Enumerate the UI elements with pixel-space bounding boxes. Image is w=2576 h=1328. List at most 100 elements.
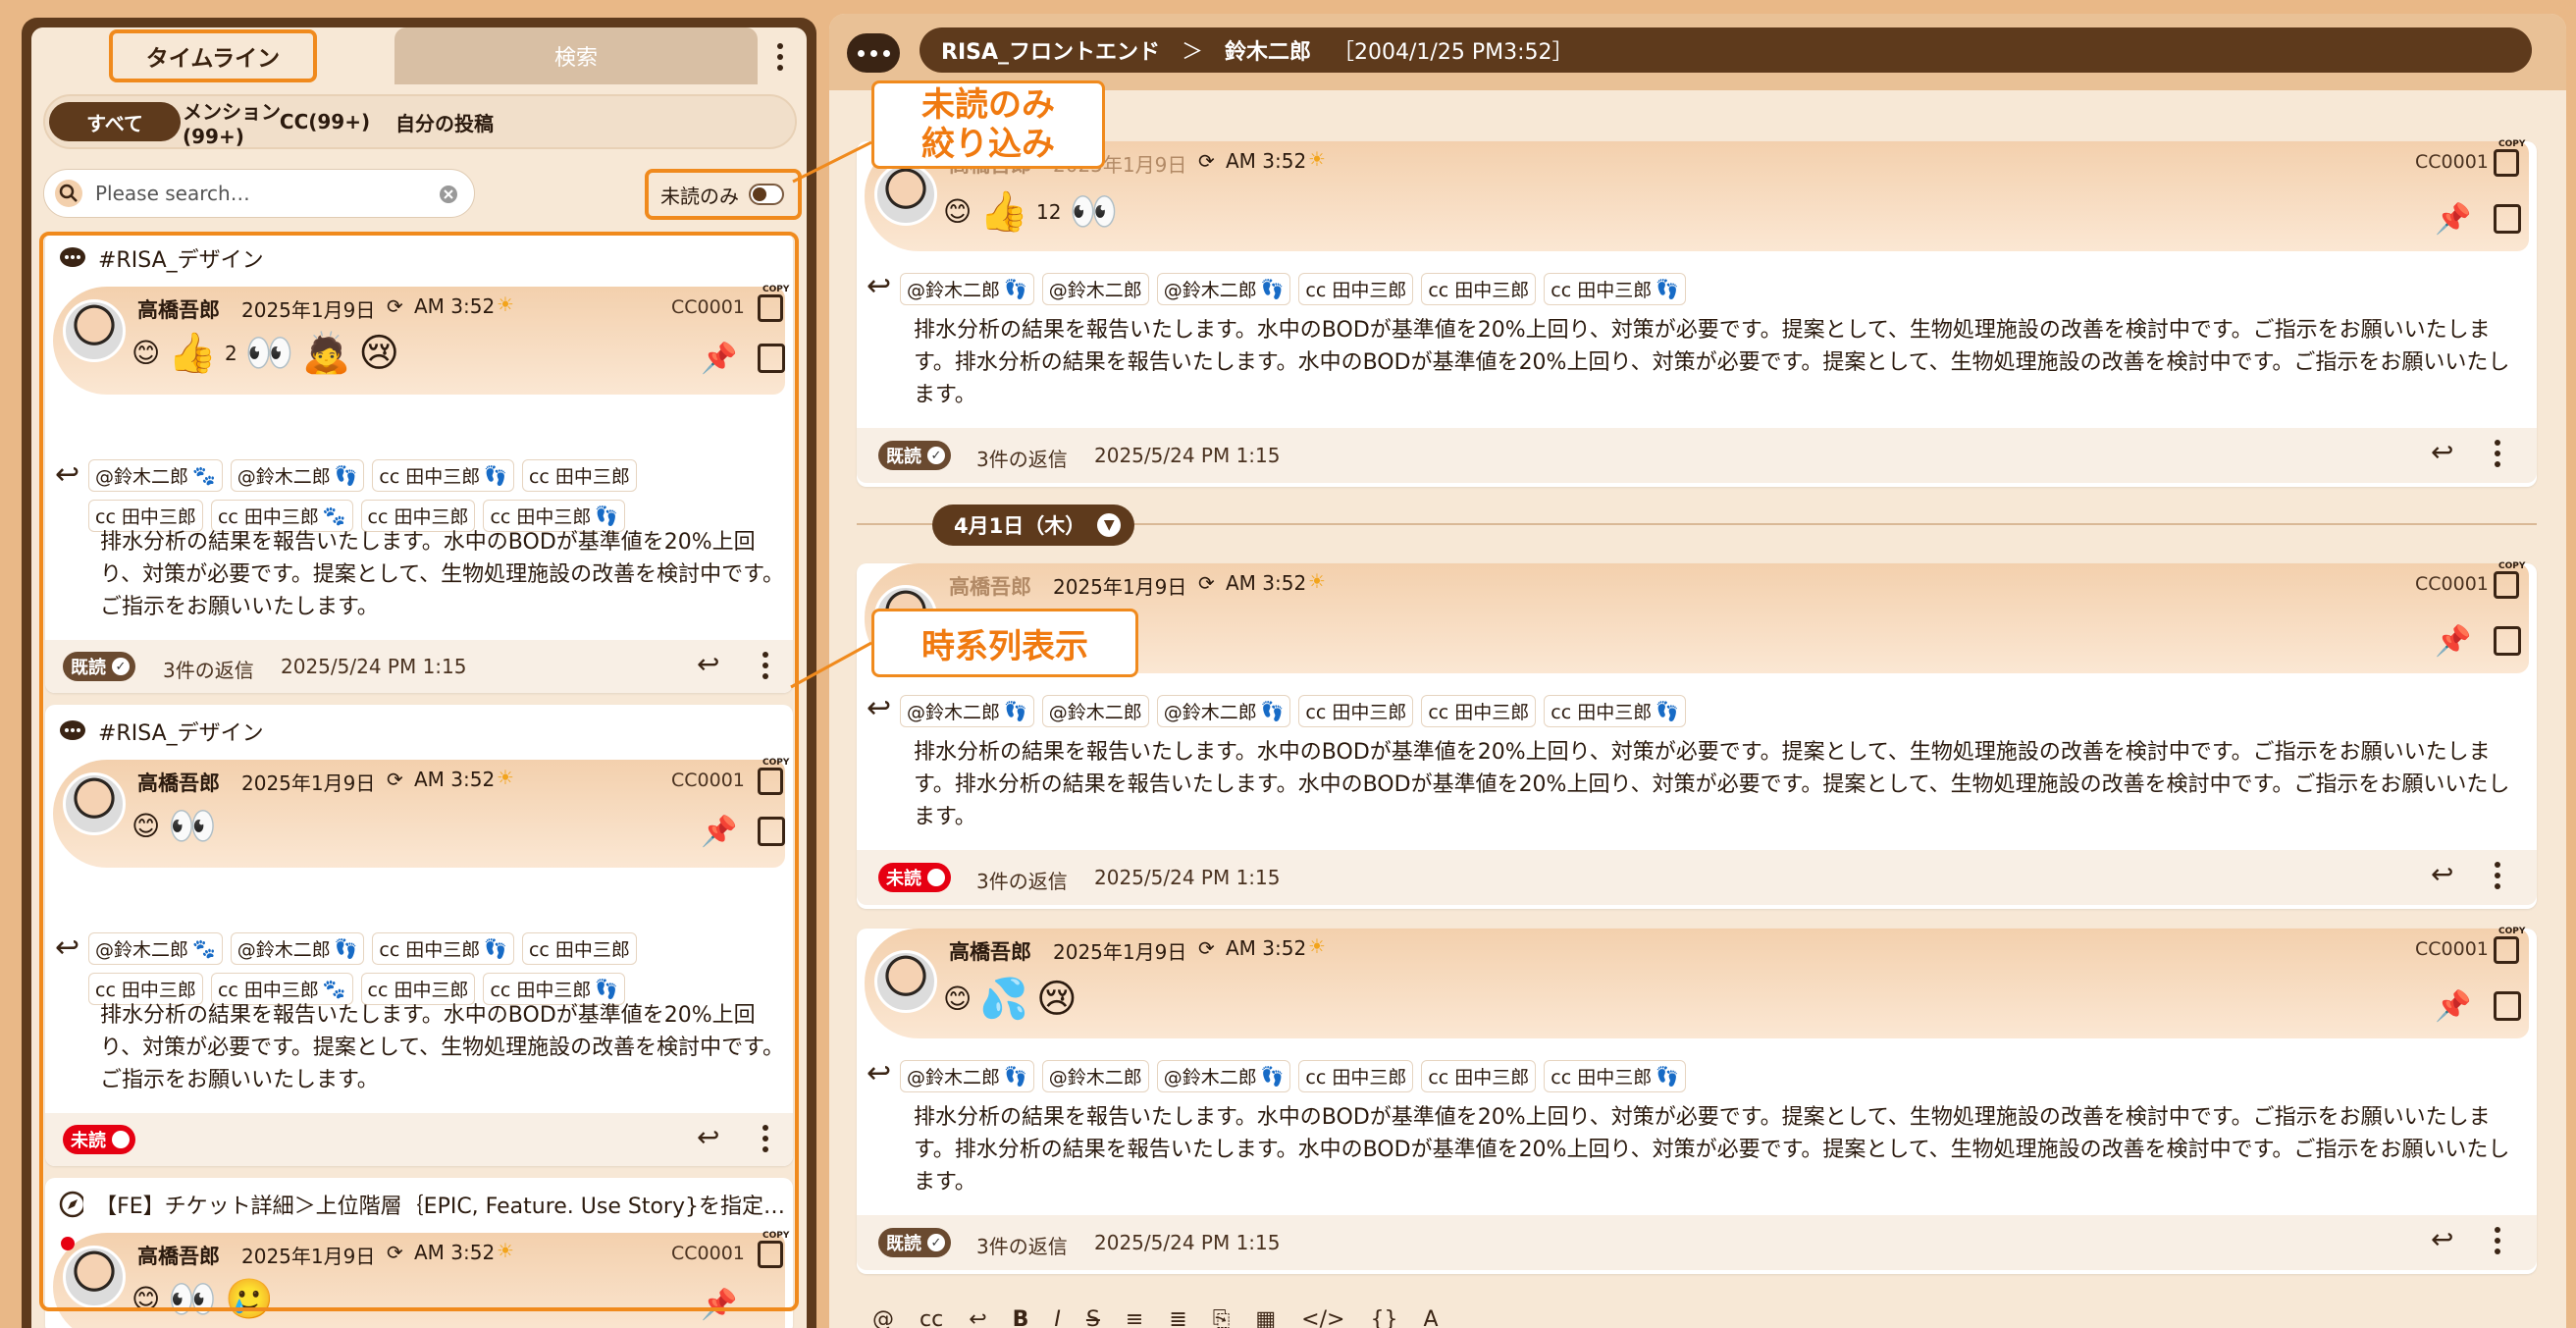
timeline-card[interactable]: #RISA_デザイン 高橋吾郎 2025年1月9日 ⟳ AM 3:52 ☀ CC… xyxy=(45,705,793,1166)
mention-tag[interactable]: cc 田中三郎 xyxy=(1298,695,1414,727)
strike-icon[interactable]: S xyxy=(1086,1307,1100,1328)
avatar[interactable] xyxy=(874,950,937,1013)
add-task-icon[interactable] xyxy=(2494,204,2521,234)
mention-tag[interactable]: @鈴木二郎 xyxy=(1041,695,1149,727)
reaction-cry[interactable]: 😢 xyxy=(358,331,399,376)
reaction-eyes[interactable]: 👀 xyxy=(245,330,294,376)
reply-icon[interactable]: ↩ xyxy=(697,1121,719,1153)
avatar[interactable] xyxy=(874,163,937,226)
more-menu-icon[interactable] xyxy=(758,652,773,679)
mention-tag[interactable]: cc 田中三郎 👣 xyxy=(1544,1060,1686,1092)
thread-message[interactable]: 高橋吾郎 2025年1月9日 ⟳ AM 3:52 ☀ CC0001 COPY 😊… xyxy=(857,928,2537,1274)
mention-tag[interactable]: @鈴木二郎 xyxy=(1041,1060,1149,1092)
reaction-sweat[interactable]: 💦 xyxy=(979,976,1028,1022)
mention-tag[interactable]: @鈴木二郎 👣 xyxy=(230,932,365,965)
text-color-icon[interactable]: A xyxy=(1423,1307,1438,1328)
reply-count[interactable]: 3件の返信 xyxy=(163,655,254,683)
more-menu-icon[interactable] xyxy=(758,1125,773,1152)
breadcrumb-channel[interactable]: RISA_フロントエンド xyxy=(941,34,1160,66)
reply-count[interactable]: 3件の返信 xyxy=(976,444,1068,472)
copy-icon[interactable]: COPY xyxy=(758,286,789,322)
italic-icon[interactable]: I xyxy=(1054,1307,1061,1328)
pin-icon[interactable]: 📌 xyxy=(2435,624,2471,659)
mention-tag[interactable]: cc 田中三郎 👣 xyxy=(372,459,514,492)
copy-icon[interactable]: COPY xyxy=(758,759,789,795)
pin-icon[interactable]: 📌 xyxy=(701,815,737,849)
mention-icon[interactable]: @ xyxy=(872,1307,894,1328)
filter-mention[interactable]: メンション(99+) xyxy=(183,100,285,148)
add-reaction-icon[interactable]: 😊 xyxy=(131,337,160,369)
code-block-icon[interactable]: {} xyxy=(1370,1307,1397,1328)
attach-icon[interactable]: ⎘ xyxy=(1213,1307,1231,1328)
reaction-eyes[interactable]: 👀 xyxy=(168,1276,217,1322)
status-badge[interactable]: 既読 ✓ xyxy=(63,652,135,681)
reply-count[interactable]: 3件の返信 xyxy=(976,1231,1068,1259)
toggle-switch[interactable] xyxy=(749,184,784,205)
day-pill[interactable]: 4月1日（木） ▼ xyxy=(932,505,1135,546)
unread-only-toggle[interactable]: 未読のみ xyxy=(645,169,802,220)
copy-icon[interactable]: COPY xyxy=(758,1232,789,1268)
bold-icon[interactable]: B xyxy=(1013,1307,1029,1328)
bullet-list-icon[interactable]: ≣ xyxy=(1169,1307,1186,1328)
code-icon[interactable]: </> xyxy=(1301,1307,1344,1328)
mention-tag[interactable]: @鈴木二郎 👣 xyxy=(900,273,1034,305)
mention-tag[interactable]: @鈴木二郎 🐾 xyxy=(88,932,223,965)
pin-icon[interactable]: 📌 xyxy=(2435,202,2471,237)
author-name[interactable]: 高橋吾郎 xyxy=(949,571,1031,601)
copy-icon[interactable]: COPY xyxy=(2494,928,2525,964)
pin-icon[interactable]: 📌 xyxy=(701,342,737,376)
reply-count[interactable]: 3件の返信 xyxy=(976,866,1068,894)
reaction-thumbs-up[interactable]: 👍 xyxy=(979,188,1028,235)
mention-tag[interactable]: @鈴木二郎 👣 xyxy=(900,695,1034,727)
status-badge[interactable]: 既読 ✓ xyxy=(878,441,951,470)
mention-tag[interactable]: cc 田中三郎 👣 xyxy=(1544,695,1686,727)
pin-icon[interactable]: 📌 xyxy=(701,1288,737,1322)
reaction-cry[interactable]: 😢 xyxy=(1036,977,1078,1022)
author-name[interactable]: 高橋吾郎 xyxy=(137,1241,220,1270)
avatar[interactable] xyxy=(63,299,126,362)
avatar[interactable] xyxy=(63,772,126,835)
mention-tag[interactable]: cc 田中三郎 xyxy=(521,459,637,492)
timeline-card[interactable]: 【FE】チケット詳細＞上位階層｛EPIC, Feature. Use Story… xyxy=(45,1178,793,1328)
mention-tag[interactable]: cc 田中三郎 xyxy=(1421,273,1537,305)
add-task-icon[interactable] xyxy=(758,817,785,846)
reply-icon[interactable]: ↩ xyxy=(697,648,719,680)
mention-tag[interactable]: @鈴木二郎 👣 xyxy=(1156,695,1291,727)
status-badge[interactable]: 未読 xyxy=(63,1125,135,1154)
mention-tag[interactable]: @鈴木二郎 👣 xyxy=(900,1060,1034,1092)
mention-tag[interactable]: @鈴木二郎 👣 xyxy=(1156,273,1291,305)
clear-icon[interactable] xyxy=(439,185,458,204)
mention-tag[interactable]: cc 田中三郎 xyxy=(1298,1060,1414,1092)
mention-tag[interactable]: cc 田中三郎 xyxy=(521,932,637,965)
breadcrumb-user[interactable]: 鈴木二郎 xyxy=(1225,34,1311,66)
status-badge[interactable]: 既読 ✓ xyxy=(878,1228,951,1257)
mention-tag[interactable]: @鈴木二郎 xyxy=(1041,273,1149,305)
timeline-card[interactable]: #RISA_デザイン 高橋吾郎 2025年1月9日 ⟳ AM 3:52 ☀ CC… xyxy=(45,232,793,693)
reply-icon[interactable]: ↩ xyxy=(2431,1223,2453,1255)
add-task-icon[interactable] xyxy=(2494,991,2521,1021)
add-reaction-icon[interactable]: 😊 xyxy=(131,810,160,842)
reaction-bow[interactable]: 🙇 xyxy=(302,330,351,376)
add-reaction-icon[interactable]: 😊 xyxy=(943,983,972,1015)
filter-all[interactable]: すべて xyxy=(49,102,181,141)
pin-icon[interactable]: 📌 xyxy=(2435,989,2471,1024)
mention-tag[interactable]: @鈴木二郎 🐾 xyxy=(88,459,223,492)
search-box[interactable]: Please search… xyxy=(43,169,475,218)
reaction-eyes[interactable]: 👀 xyxy=(1069,188,1118,235)
author-name[interactable]: 高橋吾郎 xyxy=(137,768,220,797)
more-menu-icon[interactable] xyxy=(2490,862,2505,889)
cc-icon[interactable]: cc xyxy=(920,1307,943,1328)
filter-cc[interactable]: CC(99+) xyxy=(280,102,370,141)
mention-tag[interactable]: @鈴木二郎 👣 xyxy=(1156,1060,1291,1092)
thread-message[interactable]: 高橋吾郎 2025年1月9日 ⟳ AM 3:52 ☀ CC0001 COPY 😊… xyxy=(857,140,2537,487)
more-menu-icon[interactable] xyxy=(2490,1227,2505,1254)
status-badge[interactable]: 未読 xyxy=(878,863,951,892)
mention-tag[interactable]: cc 田中三郎 xyxy=(1421,695,1537,727)
author-name[interactable]: 高橋吾郎 xyxy=(949,936,1031,966)
avatar[interactable] xyxy=(63,1246,126,1308)
more-menu-icon[interactable] xyxy=(2490,440,2505,467)
mention-tag[interactable]: @鈴木二郎 👣 xyxy=(230,459,365,492)
table-icon[interactable]: ▦ xyxy=(1255,1307,1276,1328)
filter-mine[interactable]: 自分の投稿 xyxy=(369,102,520,141)
ordered-list-icon[interactable]: ≡ xyxy=(1126,1307,1143,1328)
